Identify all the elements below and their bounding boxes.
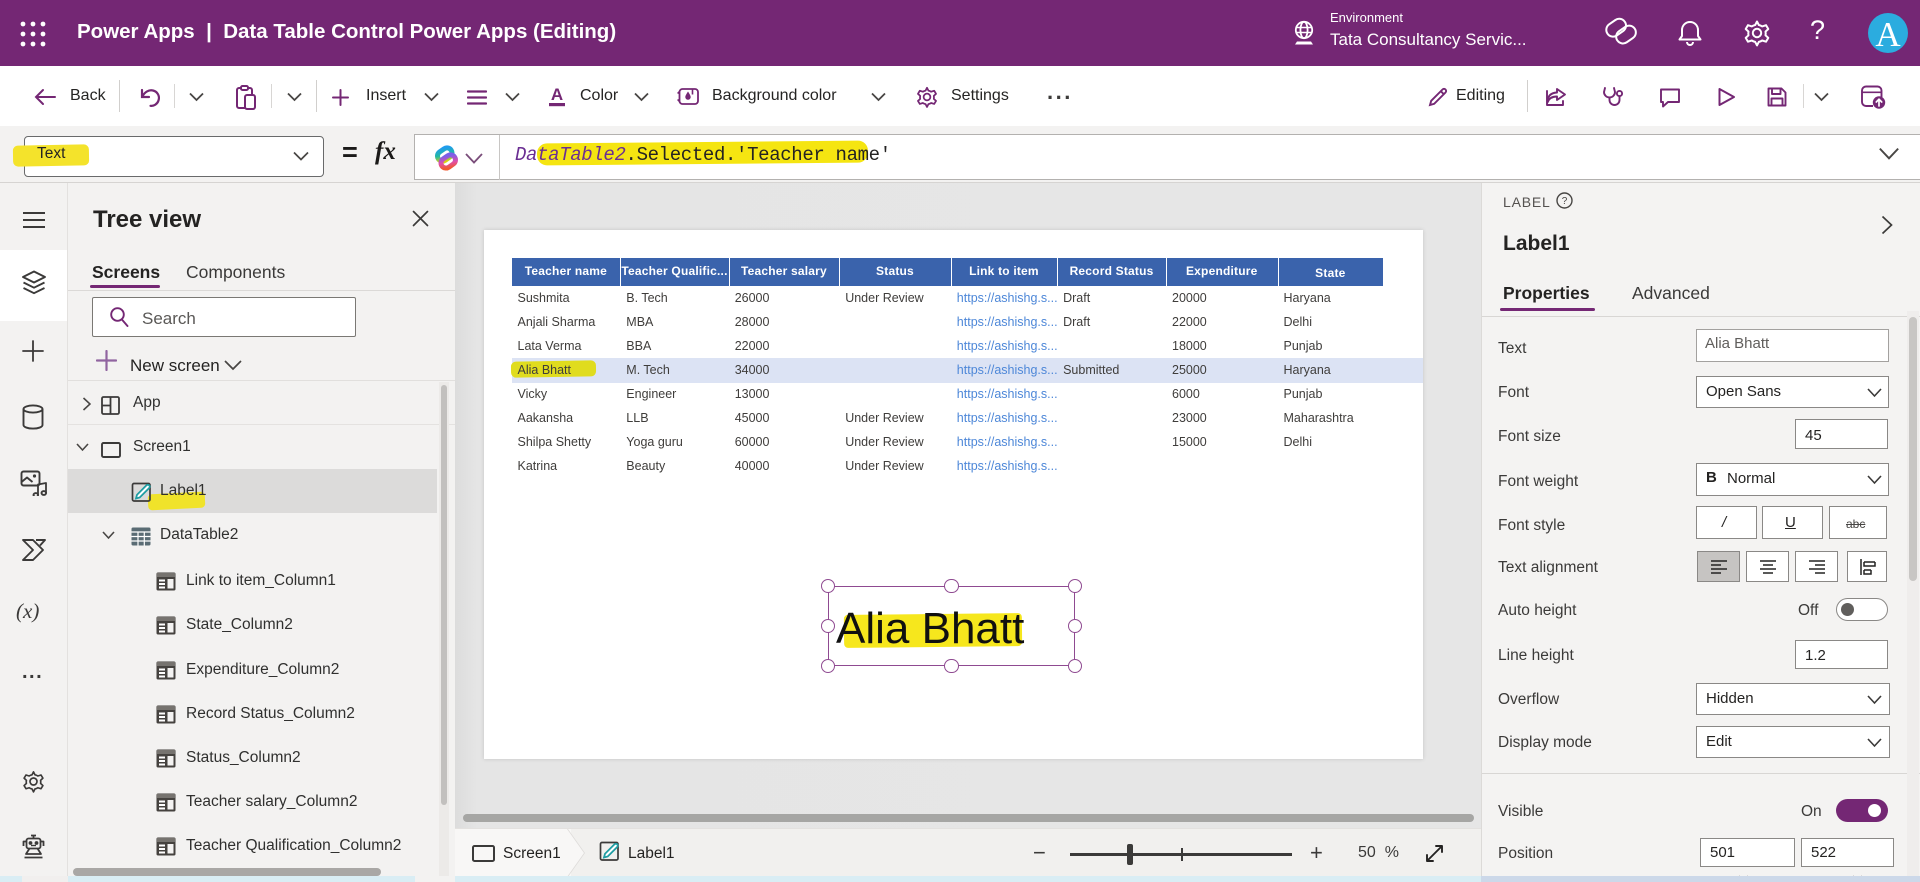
svg-text:?: ? bbox=[1562, 196, 1568, 207]
svg-text:A: A bbox=[551, 86, 563, 104]
